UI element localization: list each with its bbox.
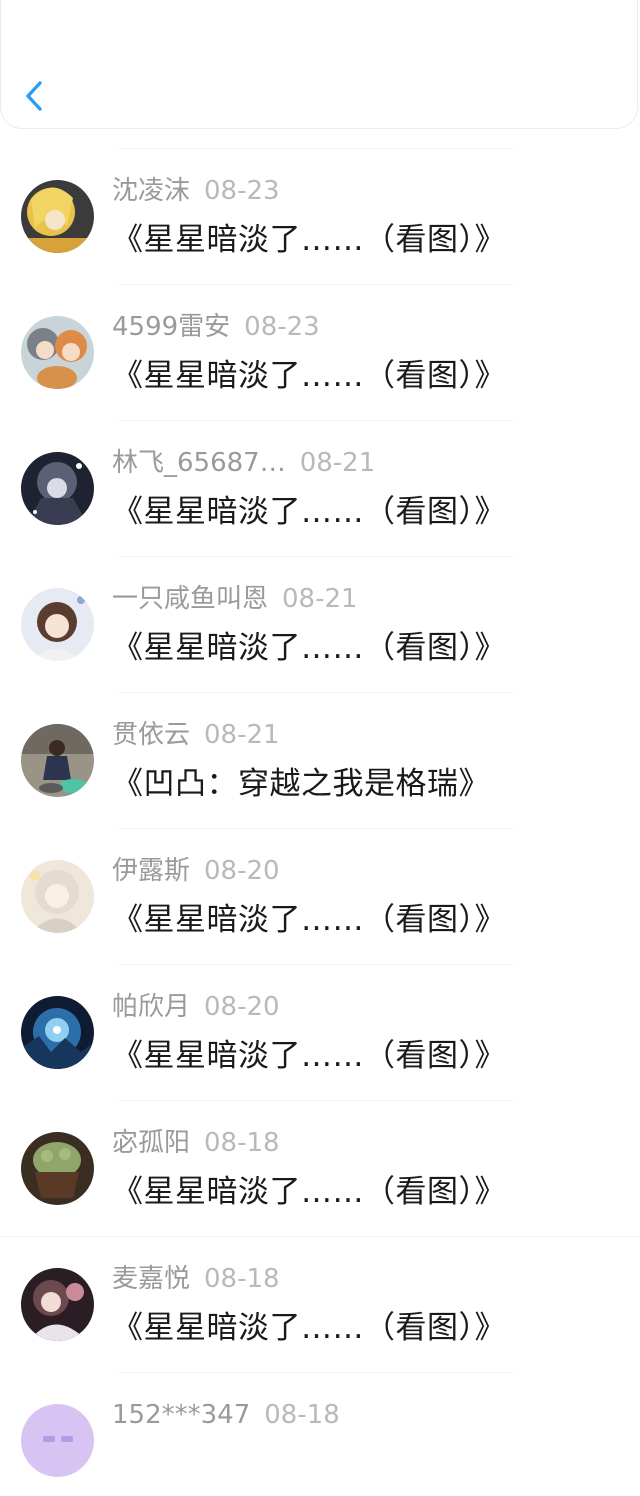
avatar[interactable] <box>21 316 94 389</box>
user-name[interactable]: 4599雷安 <box>112 312 230 342</box>
avatar[interactable] <box>21 860 94 933</box>
divider <box>118 828 514 829</box>
item-title[interactable]: 《星星暗淡了……（看图）》 <box>112 1308 506 1348</box>
item-title[interactable]: 《星星暗淡了……（看图）》 <box>112 1036 506 1076</box>
divider <box>118 284 514 285</box>
item-title[interactable]: 《凹凸：穿越之我是格瑞》 <box>112 764 490 804</box>
divider <box>118 964 514 965</box>
divider <box>118 420 514 421</box>
item-meta: 沈凌沫 08-23 <box>112 174 280 208</box>
item-title[interactable]: 《星星暗淡了……（看图）》 <box>112 628 506 668</box>
item-date: 08-23 <box>204 176 280 206</box>
avatar[interactable] <box>21 996 94 1069</box>
avatar[interactable] <box>21 180 94 253</box>
avatar[interactable] <box>21 1132 94 1205</box>
avatar[interactable] <box>21 1404 94 1477</box>
item-title[interactable]: 《星星暗淡了……（看图）》 <box>112 356 506 396</box>
avatar[interactable] <box>21 1268 94 1341</box>
list-item[interactable]: 林飞_65687… 08-21 《星星暗淡了……（看图）》 <box>0 408 640 544</box>
user-name[interactable]: 一只咸鱼叫恩 <box>112 584 268 614</box>
item-meta: 帕欣月 08-20 <box>112 990 280 1024</box>
item-date: 08-20 <box>204 992 280 1022</box>
item-title[interactable]: 《星星暗淡了……（看图）》 <box>112 900 506 940</box>
user-name[interactable]: 152***347 <box>112 1400 250 1430</box>
avatar[interactable] <box>21 588 94 661</box>
list-item[interactable]: 沈凌沫 08-23 《星星暗淡了……（看图）》 <box>0 136 640 272</box>
item-meta: 林飞_65687… 08-21 <box>112 446 375 480</box>
user-name[interactable]: 宓孤阳 <box>112 1128 190 1158</box>
list-item[interactable]: 贯依云 08-21 《凹凸：穿越之我是格瑞》 <box>0 680 640 816</box>
user-name[interactable]: 伊露斯 <box>112 856 190 886</box>
divider <box>118 692 514 693</box>
list-item[interactable]: 麦嘉悦 08-18 《星星暗淡了……（看图）》 <box>0 1224 640 1360</box>
list-item[interactable]: 152***347 08-18 <box>0 1360 640 1496</box>
user-name[interactable]: 麦嘉悦 <box>112 1264 190 1294</box>
item-title[interactable]: 《星星暗淡了……（看图）》 <box>112 492 506 532</box>
item-date: 08-18 <box>204 1264 280 1294</box>
list-item[interactable]: 一只咸鱼叫恩 08-21 《星星暗淡了……（看图）》 <box>0 544 640 680</box>
user-name[interactable]: 沈凌沫 <box>112 176 190 206</box>
user-list: 沈凌沫 08-23 《星星暗淡了……（看图）》 4599雷安 08-23 《星星暗淡… <box>0 136 640 1496</box>
item-date: 08-18 <box>264 1400 340 1430</box>
divider <box>118 1372 514 1373</box>
item-title[interactable]: 《星星暗淡了……（看图）》 <box>112 1172 506 1212</box>
item-meta: 麦嘉悦 08-18 <box>112 1262 280 1296</box>
item-date: 08-21 <box>204 720 280 750</box>
user-name[interactable]: 帕欣月 <box>112 992 190 1022</box>
divider <box>118 148 514 149</box>
item-meta: 伊露斯 08-20 <box>112 854 280 888</box>
item-meta: 贯依云 08-21 <box>112 718 280 752</box>
avatar[interactable] <box>21 724 94 797</box>
item-meta: 宓孤阳 08-18 <box>112 1126 280 1160</box>
list-item[interactable]: 伊露斯 08-20 《星星暗淡了……（看图）》 <box>0 816 640 952</box>
list-item[interactable]: 4599雷安 08-23 《星星暗淡了……（看图）》 <box>0 272 640 408</box>
list-item[interactable]: 宓孤阳 08-18 《星星暗淡了……（看图）》 <box>0 1088 640 1224</box>
item-date: 08-21 <box>299 448 376 478</box>
list-item[interactable]: 帕欣月 08-20 《星星暗淡了……（看图）》 <box>0 952 640 1088</box>
divider <box>118 556 514 557</box>
chevron-left-icon[interactable] <box>21 79 47 113</box>
top-bar <box>0 0 638 129</box>
avatar[interactable] <box>21 452 94 525</box>
item-date: 08-23 <box>244 312 320 342</box>
item-date: 08-21 <box>282 584 358 614</box>
user-name[interactable]: 林飞_65687… <box>112 448 286 478</box>
user-name[interactable]: 贯依云 <box>112 720 190 750</box>
item-meta: 一只咸鱼叫恩 08-21 <box>112 582 358 616</box>
item-meta: 152***347 08-18 <box>112 1398 340 1432</box>
item-meta: 4599雷安 08-23 <box>112 310 320 344</box>
divider <box>0 1236 640 1237</box>
item-date: 08-18 <box>204 1128 280 1158</box>
divider <box>118 1100 514 1101</box>
item-title[interactable]: 《星星暗淡了……（看图）》 <box>112 220 506 260</box>
item-date: 08-20 <box>204 856 280 886</box>
